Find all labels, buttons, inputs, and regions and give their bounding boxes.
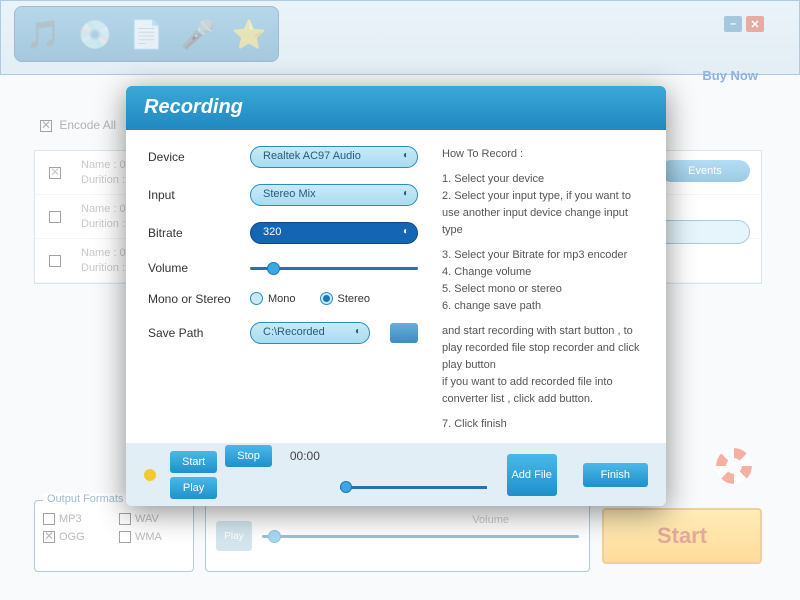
recording-dialog: Recording Device Realtek AC97 Audio Inpu… xyxy=(126,86,666,506)
help-text: How To Record : 1. Select your device 2.… xyxy=(442,146,644,434)
browse-folder-icon[interactable] xyxy=(390,323,418,343)
stereo-radio[interactable]: Stereo xyxy=(320,292,370,305)
save-path-input[interactable]: C:\Recorded xyxy=(250,322,370,344)
dialog-title: Recording xyxy=(126,86,666,130)
add-file-button[interactable]: Add File xyxy=(507,454,557,496)
timer-display: 00:00 xyxy=(290,449,320,463)
mono-stereo-label: Mono or Stereo xyxy=(148,292,240,306)
dlg-play-button[interactable]: Play xyxy=(170,477,217,499)
bitrate-select[interactable]: 320 xyxy=(250,222,418,244)
save-path-label: Save Path xyxy=(148,326,240,340)
input-label: Input xyxy=(148,188,240,202)
playback-slider[interactable] xyxy=(340,480,487,494)
finish-button[interactable]: Finish xyxy=(583,463,648,487)
dlg-stop-button[interactable]: Stop xyxy=(225,445,272,467)
input-select[interactable]: Stereo Mix xyxy=(250,184,418,206)
device-select[interactable]: Realtek AC97 Audio xyxy=(250,146,418,168)
mono-radio[interactable]: Mono xyxy=(250,292,296,305)
dlg-start-button[interactable]: Start xyxy=(170,451,217,473)
volume-label: Volume xyxy=(148,261,240,275)
bitrate-label: Bitrate xyxy=(148,226,240,240)
volume-slider[interactable] xyxy=(250,260,418,276)
record-led-icon xyxy=(144,469,156,481)
device-label: Device xyxy=(148,150,240,164)
